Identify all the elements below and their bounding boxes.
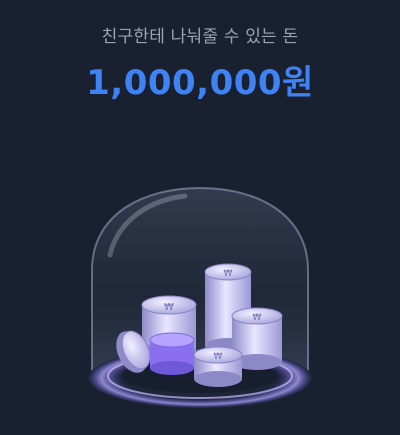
won-symbol: ₩ [214, 352, 223, 362]
coin-stack-small-purple [149, 332, 195, 375]
coins-dome-illustration: ₩ ₩ ₩ ₩ [88, 186, 312, 408]
coin-stack-front: ₩ [193, 346, 243, 387]
won-symbol: ₩ [164, 302, 174, 313]
won-symbol: ₩ [253, 313, 262, 323]
share-money-subtitle: 친구한테 나눠줄 수 있는 돈 [101, 27, 299, 47]
won-symbol: ₩ [224, 269, 233, 279]
share-money-amount: 1,000,000원 [86, 63, 314, 103]
